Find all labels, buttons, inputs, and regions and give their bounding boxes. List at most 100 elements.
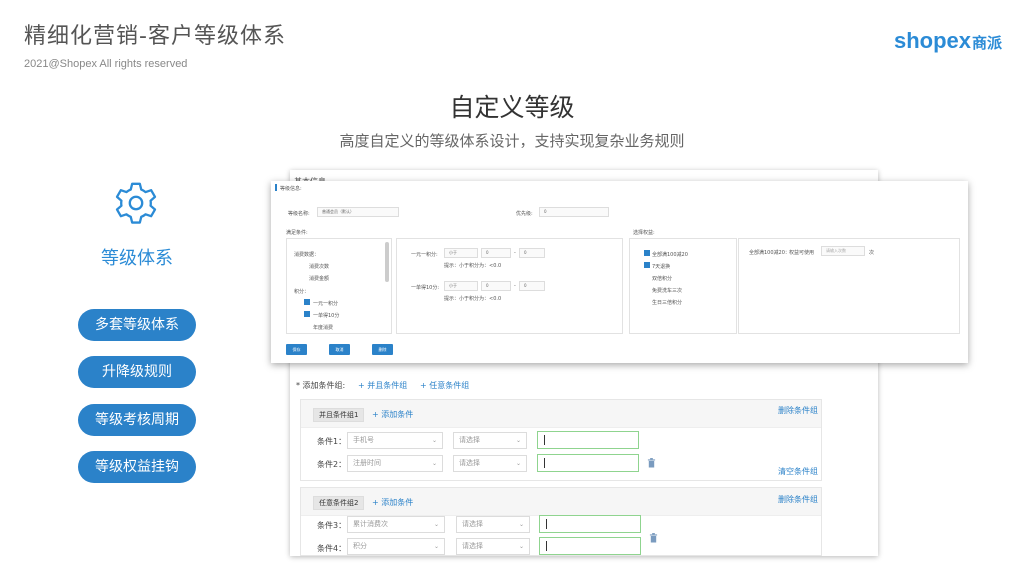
checkbox-checked[interactable] xyxy=(304,299,310,305)
checkbox-checked[interactable] xyxy=(304,311,310,317)
operator-select-value: 请选择 xyxy=(459,436,480,444)
rule-hint: 提示：小于积分为：<0.0 xyxy=(444,296,502,302)
condition-tree: 消费数据： 消费次数 消费金额 积分： 一元一积分 一单得10分 年度消费 xyxy=(286,238,392,334)
rights-detail-usage: 权益可使用 xyxy=(789,250,815,256)
chevron-down-icon: ⌄ xyxy=(518,543,524,550)
condition-value-input[interactable] xyxy=(537,454,639,472)
tree-item[interactable]: 消费次数 xyxy=(309,263,329,270)
rule-value-input-2[interactable]: 0 xyxy=(519,248,545,258)
priority-input[interactable]: 0 xyxy=(539,207,609,217)
group-header: 任意条件组2 + 添加条件 删除条件组 xyxy=(301,488,821,516)
rule-value-input-2[interactable]: 0 xyxy=(519,281,545,291)
operator-select[interactable]: 请选择 ⌄ xyxy=(456,516,530,533)
tree-item: 一元一积分 xyxy=(313,301,339,307)
field-select[interactable]: 注册时间 ⌄ xyxy=(347,455,443,472)
condition-group-1: 并且条件组1 + 添加条件 删除条件组 条件1： 手机号 ⌄ 请选择 ⌄ 条件2： … xyxy=(300,399,822,481)
group-header: 并且条件组1 + 添加条件 删除条件组 xyxy=(301,400,821,428)
level-name-label: 等级名称: xyxy=(288,211,310,217)
rule-label: 一元一积分: xyxy=(411,252,438,258)
right-item[interactable]: 免费洗车三次 xyxy=(652,287,682,294)
field-select[interactable]: 积分 ⌄ xyxy=(347,538,445,555)
group-tag: 并且条件组1 xyxy=(313,408,365,422)
text-caret xyxy=(544,458,545,468)
chevron-down-icon: ⌄ xyxy=(518,521,524,528)
meet-conditions-label: 满足条件: xyxy=(286,230,308,236)
rules-panel: 一元一积分: 小于 0 - 0 提示：小于积分为：<0.0 一单得10分: 小于… xyxy=(396,238,623,334)
operator-select[interactable]: 请选择 ⌄ xyxy=(453,432,527,449)
right-item: 全部满100减20 xyxy=(652,252,688,258)
condition-label: 条件2： xyxy=(317,460,347,469)
rights-detail-label: 全部满100减20： xyxy=(749,250,790,256)
level-info-section-title: 等级信息: xyxy=(280,186,302,192)
level-name-input[interactable]: 普通会员（默认） xyxy=(317,207,399,217)
chevron-down-icon: ⌄ xyxy=(433,521,439,528)
pill-upgrade-rules[interactable]: 升降级规则 xyxy=(78,356,196,388)
section-marker xyxy=(275,184,277,191)
chevron-down-icon: ⌄ xyxy=(515,460,521,467)
rule-value-input[interactable]: 0 xyxy=(481,281,511,291)
chevron-down-icon: ⌄ xyxy=(515,437,521,444)
tree-item: 一单得10分 xyxy=(313,313,340,319)
clear-group-link[interactable]: 清空条件组 xyxy=(778,466,818,477)
tree-group-points: 积分： xyxy=(294,289,310,295)
pill-review-cycle[interactable]: 等级考核周期 xyxy=(78,404,196,436)
rule-value-input[interactable]: 0 xyxy=(481,248,511,258)
section-heading: 自定义等级 xyxy=(449,93,575,122)
chevron-down-icon: ⌄ xyxy=(431,460,437,467)
pill-multi-level-system[interactable]: 多套等级体系 xyxy=(78,309,196,341)
operator-select-value: 请选择 xyxy=(459,459,480,467)
add-condition-link[interactable]: + 添加条件 xyxy=(372,409,413,420)
trash-icon[interactable] xyxy=(647,458,656,468)
tree-scrollbar[interactable] xyxy=(385,242,389,282)
level-info-panel: 等级信息: 等级名称: 普通会员（默认） 优先级: 0 满足条件: 选择权益: … xyxy=(271,181,968,363)
delete-button[interactable]: 删除 xyxy=(372,344,393,355)
checkbox-checked[interactable] xyxy=(644,250,650,256)
text-caret xyxy=(546,541,547,551)
delete-group-link[interactable]: 删除条件组 xyxy=(778,494,818,505)
operator-select[interactable]: 请选择 ⌄ xyxy=(453,455,527,472)
rights-list: 全部满100减20 7天退换 双倍积分 免费洗车三次 生日三倍积分 xyxy=(629,238,737,334)
right-item[interactable]: 生日三倍积分 xyxy=(652,299,682,306)
text-caret xyxy=(546,519,547,529)
logo-text: shopex xyxy=(893,28,971,53)
condition-label: 条件1： xyxy=(317,437,347,446)
group-tag: 任意条件组2 xyxy=(313,496,365,510)
condition-label: 条件4： xyxy=(317,544,347,553)
field-select[interactable]: 累计消费次 ⌄ xyxy=(347,516,445,533)
right-item[interactable]: 双倍积分 xyxy=(652,275,672,282)
priority-label: 优先级: xyxy=(516,211,533,217)
condition-value-input[interactable] xyxy=(537,431,639,449)
condition-group-2: 任意条件组2 + 添加条件 删除条件组 条件3： 累计消费次 ⌄ 请选择 ⌄ 条件4… xyxy=(300,487,822,556)
section-subheading: 高度自定义的等级体系设计，支持实现复杂业务规则 xyxy=(339,132,685,150)
pill-level-rights[interactable]: 等级权益挂钩 xyxy=(78,451,196,483)
add-condition-link[interactable]: + 添加条件 xyxy=(372,497,413,508)
rights-unit: 次 xyxy=(869,250,875,256)
text-caret xyxy=(544,435,545,445)
add-and-group-link[interactable]: + 并且条件组 xyxy=(358,380,407,391)
operator-select[interactable]: 请选择 ⌄ xyxy=(456,538,530,555)
shopex-logo: shopex商派 xyxy=(894,28,1002,54)
trash-icon[interactable] xyxy=(649,533,658,543)
cancel-button[interactable]: 取消 xyxy=(329,344,350,355)
tree-item[interactable]: 消费金额 xyxy=(309,275,329,282)
copyright-text: 2021@Shopex All rights reserved xyxy=(24,58,188,70)
add-or-group-link[interactable]: + 任意条件组 xyxy=(420,380,469,391)
tree-item: 年度消费 xyxy=(313,325,334,331)
condition-label: 条件3： xyxy=(317,521,347,530)
field-select-value: 累计消费次 xyxy=(353,520,388,528)
condition-value-input[interactable] xyxy=(539,515,641,533)
field-select-value: 手机号 xyxy=(353,436,374,444)
rule-operator-select[interactable]: 小于 xyxy=(444,248,478,258)
logo-cn-text: 商派 xyxy=(971,34,1002,52)
rights-count-input[interactable]: 请输入次数 xyxy=(821,246,865,256)
condition-value-input[interactable] xyxy=(539,537,641,555)
chevron-down-icon: ⌄ xyxy=(433,543,439,550)
rule-separator: - xyxy=(514,250,516,256)
field-select[interactable]: 手机号 ⌄ xyxy=(347,432,443,449)
rule-separator: - xyxy=(514,283,516,289)
delete-group-link[interactable]: 删除条件组 xyxy=(778,405,818,416)
save-button[interactable]: 保存 xyxy=(286,344,307,355)
checkbox-checked[interactable] xyxy=(644,262,650,268)
rule-operator-select[interactable]: 小于 xyxy=(444,281,478,291)
rights-detail: 全部满100减20： 权益可使用 请输入次数 次 xyxy=(738,238,960,334)
